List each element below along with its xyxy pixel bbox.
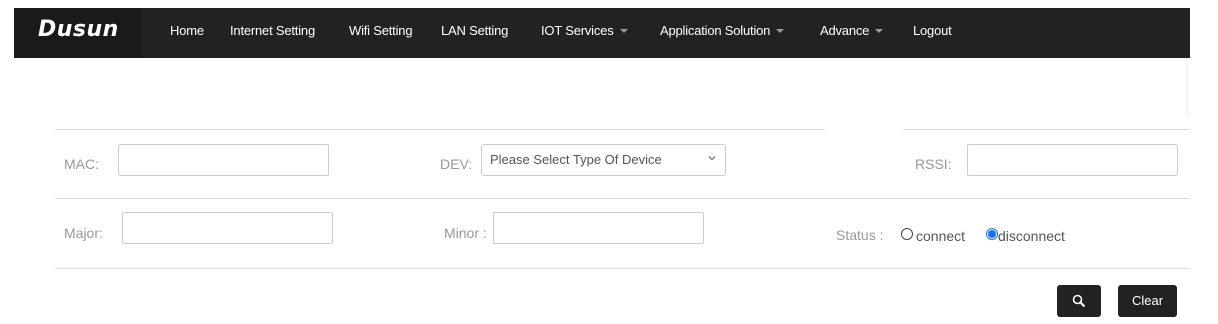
page-edge-shade (1186, 58, 1190, 118)
search-icon (1072, 294, 1086, 308)
divider-top-right (903, 129, 1190, 130)
minor-label: Minor : (444, 225, 487, 241)
dev-label: DEV: (440, 156, 473, 172)
status-label: Status : (836, 227, 884, 243)
nav-iot-services[interactable]: IOT Services (541, 23, 628, 38)
status-disconnect-radio[interactable] (986, 228, 998, 240)
nav-advance[interactable]: Advance (820, 23, 884, 38)
nav-home[interactable]: Home (170, 23, 204, 38)
nav-wifi-setting[interactable]: Wifi Setting (349, 23, 413, 38)
status-disconnect-label: disconnect (998, 228, 1065, 244)
search-button[interactable] (1057, 285, 1101, 317)
status-connect-label: connect (916, 228, 966, 244)
top-navbar: Dusun Home Internet Setting Wifi Setting… (14, 8, 1190, 58)
device-type-selected-value: Please Select Type Of Device (490, 152, 662, 167)
chevron-down-icon (708, 156, 716, 161)
nav-internet-setting[interactable]: Internet Setting (230, 23, 315, 38)
mac-label: MAC: (64, 156, 99, 172)
rssi-label: RSSI: (915, 156, 952, 172)
divider-middle (55, 198, 1190, 199)
nav-wifi-setting-label: Wifi Setting (349, 23, 413, 38)
major-input[interactable] (122, 212, 333, 244)
brand-area[interactable]: Dusun (14, 8, 142, 58)
chevron-down-icon (619, 28, 628, 33)
nav-logout[interactable]: Logout (913, 23, 952, 38)
nav-lan-setting[interactable]: LAN Setting (441, 23, 508, 38)
divider-bottom (55, 268, 1190, 269)
brand-logo: Dusun (38, 17, 119, 42)
chevron-down-icon (776, 28, 785, 33)
nav-application-solution-label: Application Solution (660, 23, 771, 38)
status-connect-radio[interactable] (901, 228, 913, 240)
rssi-input[interactable] (967, 144, 1178, 176)
major-label: Major: (64, 225, 103, 241)
nav-internet-setting-label: Internet Setting (230, 23, 315, 38)
nav-lan-setting-label: LAN Setting (441, 23, 509, 38)
divider-top-left (55, 129, 825, 130)
device-type-select[interactable]: Please Select Type Of Device (481, 144, 726, 176)
mac-input[interactable] (118, 144, 329, 176)
nav-home-label: Home (170, 23, 204, 38)
nav-logout-label: Logout (913, 23, 952, 38)
nav-advance-label: Advance (820, 23, 870, 38)
nav-iot-services-label: IOT Services (541, 23, 614, 38)
minor-input[interactable] (493, 212, 704, 244)
chevron-down-icon (875, 28, 884, 33)
nav-application-solution[interactable]: Application Solution (660, 23, 785, 38)
clear-button[interactable]: Clear (1118, 285, 1177, 317)
clear-button-label: Clear (1131, 293, 1164, 308)
